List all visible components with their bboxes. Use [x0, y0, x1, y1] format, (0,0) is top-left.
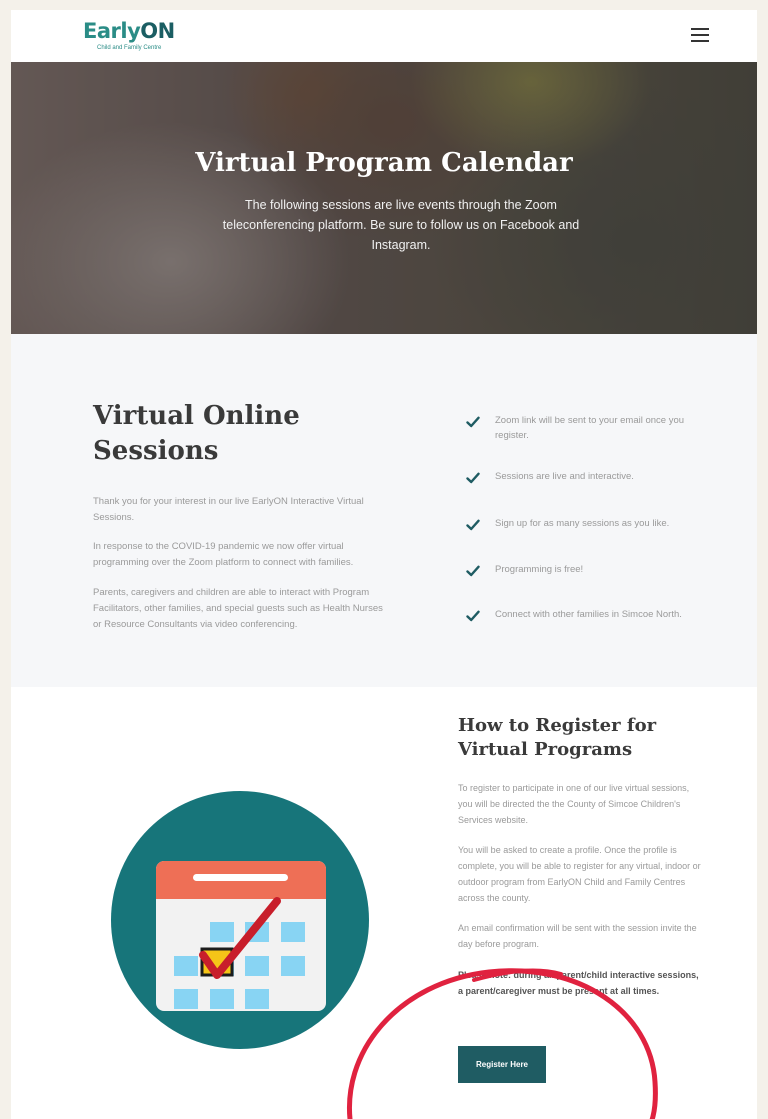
- register-section: How to Register for Virtual Programs To …: [11, 687, 757, 1119]
- register-paragraph: To register to participate in one of our…: [458, 783, 690, 825]
- hero-banner: Virtual Program Calendar The following s…: [11, 62, 757, 334]
- calendar-check-icon: [111, 791, 369, 1049]
- virtual-sessions-section: Virtual Online Sessions Thank you for yo…: [11, 334, 757, 687]
- checkmark-icon: [466, 416, 480, 428]
- checklist-text: Sign up for as many sessions as you like…: [495, 518, 670, 529]
- hamburger-menu-icon[interactable]: [691, 28, 709, 44]
- checkmark-icon: [466, 610, 480, 622]
- checklist-text: Connect with other families in Simcoe No…: [495, 609, 682, 620]
- checkmark-icon: [466, 472, 480, 484]
- register-here-button[interactable]: Register Here: [458, 1046, 546, 1083]
- hero-description: The following sessions are live events t…: [222, 198, 580, 252]
- checkmark-icon: [466, 565, 480, 577]
- checkmark-icon: [466, 519, 480, 531]
- sessions-paragraph: In response to the COVID-19 pandemic we …: [93, 541, 354, 568]
- register-paragraph: An email confirmation will be sent with …: [458, 923, 697, 949]
- register-paragraph: You will be asked to create a profile. O…: [458, 845, 701, 903]
- sessions-heading: Virtual Online Sessions: [93, 401, 300, 466]
- site-header: EarlyON Child and Family Centre: [11, 10, 757, 62]
- sessions-paragraph: Thank you for your interest in our live …: [93, 496, 364, 523]
- register-note: Please note: during all parent/child int…: [458, 970, 699, 996]
- checklist-text: Programming is free!: [495, 564, 584, 575]
- hero-title: Virtual Program Calendar: [195, 148, 573, 178]
- checklist-text: Zoom link will be sent to your email onc…: [495, 415, 685, 441]
- sessions-paragraph: Parents, caregivers and children are abl…: [93, 587, 383, 630]
- logo-subtitle: Child and Family Centre: [97, 45, 162, 51]
- earlyon-logo[interactable]: EarlyON Child and Family Centre: [83, 18, 178, 58]
- register-heading: How to Register for Virtual Programs: [458, 715, 657, 760]
- logo-wordmark: EarlyON: [83, 19, 175, 43]
- checklist-text: Sessions are live and interactive.: [495, 471, 634, 482]
- page: EarlyON Child and Family Centre Virtual …: [11, 10, 757, 1119]
